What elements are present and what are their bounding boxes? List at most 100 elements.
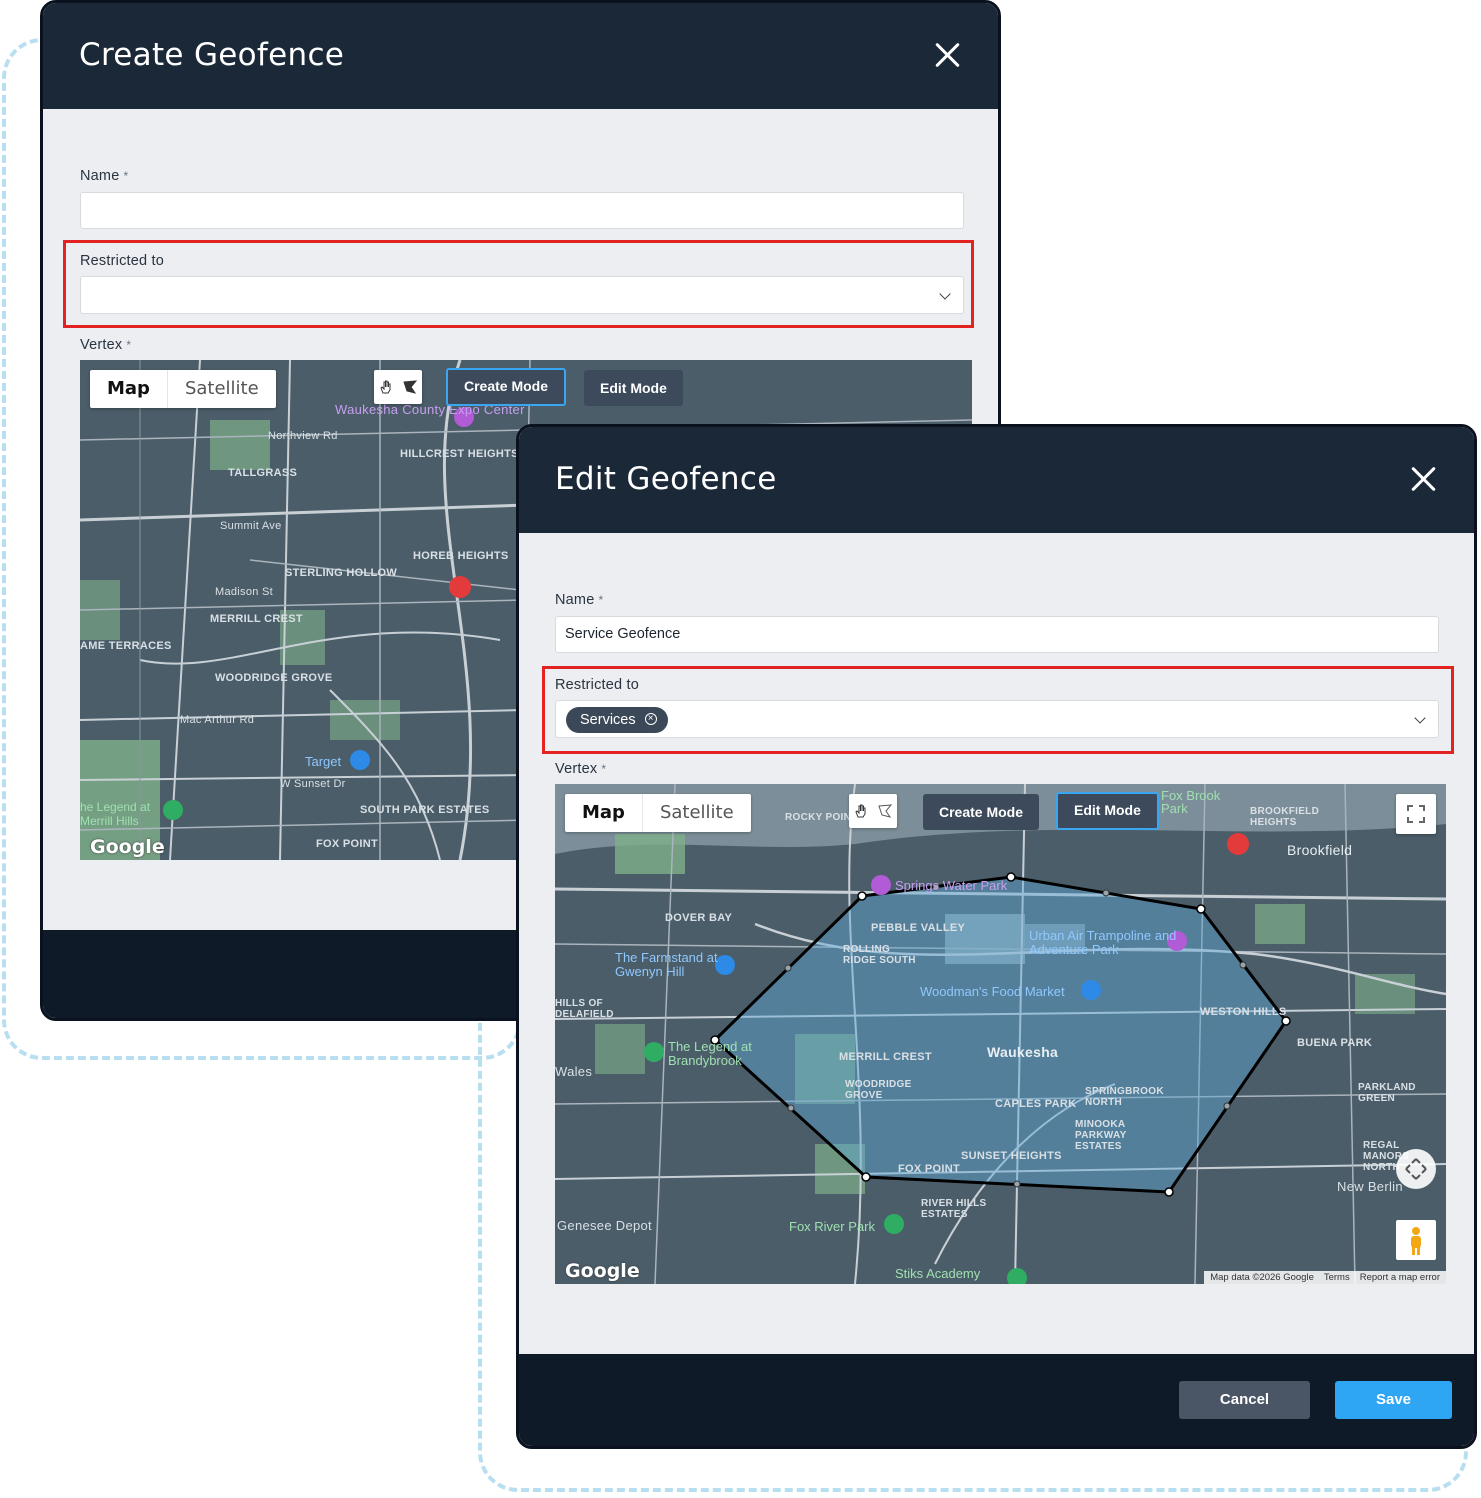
hand-icon[interactable] (849, 794, 873, 828)
name-field[interactable]: Service Geofence (555, 616, 1439, 653)
map-attribution: Map data ©2026 Google Terms Report a map… (1204, 1271, 1446, 1284)
map-label: MERRILL CREST (210, 613, 303, 625)
map-label: HILLS OF DELAFIELD (555, 998, 614, 1020)
edit-vertex-map[interactable]: Waukesha Brookfield Urban Air Trampoline… (555, 784, 1446, 1284)
map-label: MERRILL CREST (839, 1051, 932, 1063)
map-label: New Berlin (1337, 1179, 1403, 1194)
map-label: FOX POINT (316, 838, 378, 850)
map-label: PEBBLE VALLEY (871, 922, 966, 934)
name-field[interactable] (80, 192, 964, 229)
map-poi-label: Urban Air Trampoline and Adventure Park (1029, 928, 1177, 957)
pegman-icon[interactable] (1396, 1220, 1436, 1260)
required-marker: * (123, 169, 129, 183)
vertex-label: Vertex * (555, 761, 606, 777)
name-label: Name * (555, 592, 603, 608)
map-tab[interactable]: Map (565, 794, 642, 832)
vertex-label: Vertex * (80, 337, 131, 353)
map-poi-label: The Farmstand at Gwenyn Hill (615, 950, 718, 979)
vertex-label-text: Vertex (555, 761, 598, 777)
map-poi-label: Woodman's Food Market (920, 984, 1065, 999)
map-label: CAPLES PARK (995, 1098, 1077, 1110)
map-tab[interactable]: Map (90, 370, 167, 408)
report-error-link[interactable]: Report a map error (1360, 1272, 1440, 1283)
map-type-control: Map Satellite (565, 794, 751, 832)
create-dialog-header: Create Geofence (43, 3, 998, 109)
map-label: TALLGRASS (228, 467, 298, 479)
create-mode-button[interactable]: Create Mode (446, 368, 567, 406)
drawing-tools (374, 370, 422, 404)
map-label: ROCKY POINT (785, 812, 858, 823)
map-label: DOVER BAY (665, 912, 733, 924)
map-label: FOX POINT (898, 1163, 960, 1175)
name-label: Name * (80, 168, 128, 184)
required-marker: * (126, 338, 132, 352)
map-label: PARKLAND GREEN (1358, 1082, 1416, 1104)
edit-mode-button[interactable]: Edit Mode (1056, 792, 1159, 830)
map-label: WESTON HILLS (1200, 1006, 1287, 1018)
create-dialog-title: Create Geofence (79, 37, 345, 73)
map-poi-label: Target (305, 754, 342, 769)
map-data-text: Map data ©2026 Google (1210, 1272, 1314, 1283)
map-label: MINOOKA PARKWAY ESTATES (1075, 1119, 1127, 1152)
edit-dialog-title: Edit Geofence (555, 461, 777, 497)
cancel-button[interactable]: Cancel (1179, 1381, 1310, 1419)
map-label: Madison St (215, 586, 274, 598)
map-label: WOODRIDGE GROVE (845, 1079, 912, 1101)
map-poi-label: Fox Brook Park (1161, 788, 1221, 816)
map-label: STERLING HOLLOW (285, 567, 398, 579)
services-chip: Services × (566, 707, 668, 733)
map-label: BROOKFIELD HEIGHTS (1250, 806, 1320, 828)
map-poi-label: Stiks Academy (895, 1266, 981, 1281)
satellite-tab[interactable]: Satellite (166, 370, 276, 408)
fullscreen-icon[interactable] (1396, 794, 1436, 834)
polygon-icon[interactable] (873, 794, 897, 828)
map-label: SPRINGBROOK NORTH (1085, 1086, 1164, 1108)
required-marker: * (601, 762, 607, 776)
map-label: BUENA PARK (1297, 1037, 1373, 1049)
polygon-icon[interactable] (398, 370, 422, 404)
save-button[interactable]: Save (1335, 1381, 1452, 1419)
remove-chip-icon[interactable]: × (644, 713, 657, 725)
vertex-label-text: Vertex (80, 337, 123, 353)
google-logo: Google (90, 836, 165, 858)
restricted-label: Restricted to (555, 677, 639, 693)
google-logo: Google (565, 1260, 640, 1282)
restricted-select[interactable]: Services × (555, 700, 1439, 738)
edit-dialog-header: Edit Geofence (519, 427, 1474, 533)
map-poi-label: Fox River Park (789, 1219, 875, 1234)
map-label: Genesee Depot (557, 1218, 652, 1233)
map-poi-label: Springs Water Park (895, 878, 1008, 893)
required-marker: * (598, 593, 604, 607)
drawing-tools (849, 794, 897, 828)
map-label: HILLCREST HEIGHTS (400, 448, 519, 460)
restricted-select[interactable] (80, 276, 964, 314)
name-label-text: Name (80, 168, 120, 184)
map-label: WOODRIDGE GROVE (215, 672, 333, 684)
terms-link[interactable]: Terms (1324, 1272, 1350, 1283)
map-label: W Sunset Dr (280, 778, 346, 790)
map-label: RIVER HILLS ESTATES (921, 1198, 987, 1220)
close-icon[interactable] (934, 41, 962, 69)
map-label: Mac Arthur Rd (180, 714, 255, 726)
map-label: Summit Ave (220, 520, 282, 532)
map-type-control: Map Satellite (90, 370, 276, 408)
chevron-down-icon (939, 288, 951, 300)
satellite-tab[interactable]: Satellite (641, 794, 751, 832)
map-poi-label: he Legend at Merrill Hills (80, 800, 151, 828)
map-label: Brookfield (1287, 842, 1353, 858)
map-label: Waukesha (987, 1044, 1059, 1060)
map-label: HOREB HEIGHTS (413, 550, 509, 562)
hand-icon[interactable] (374, 370, 398, 404)
camera-control-icon[interactable] (1396, 1149, 1436, 1189)
map-poi-label: The Legend at Brandybrook (668, 1039, 752, 1068)
edit-dialog-footer: Cancel Save (519, 1354, 1474, 1446)
chip-label: Services (580, 712, 636, 728)
restricted-label: Restricted to (80, 253, 164, 269)
map-label: Northview Rd (268, 430, 338, 442)
map-label: Wales (555, 1064, 593, 1079)
edit-mode-button[interactable]: Edit Mode (584, 370, 683, 406)
map-label: SOUTH PARK ESTATES (360, 804, 490, 816)
create-mode-button[interactable]: Create Mode (923, 794, 1040, 830)
edit-geofence-dialog: Edit Geofence Name * Service Geofence Res… (516, 424, 1477, 1449)
close-icon[interactable] (1410, 465, 1438, 493)
